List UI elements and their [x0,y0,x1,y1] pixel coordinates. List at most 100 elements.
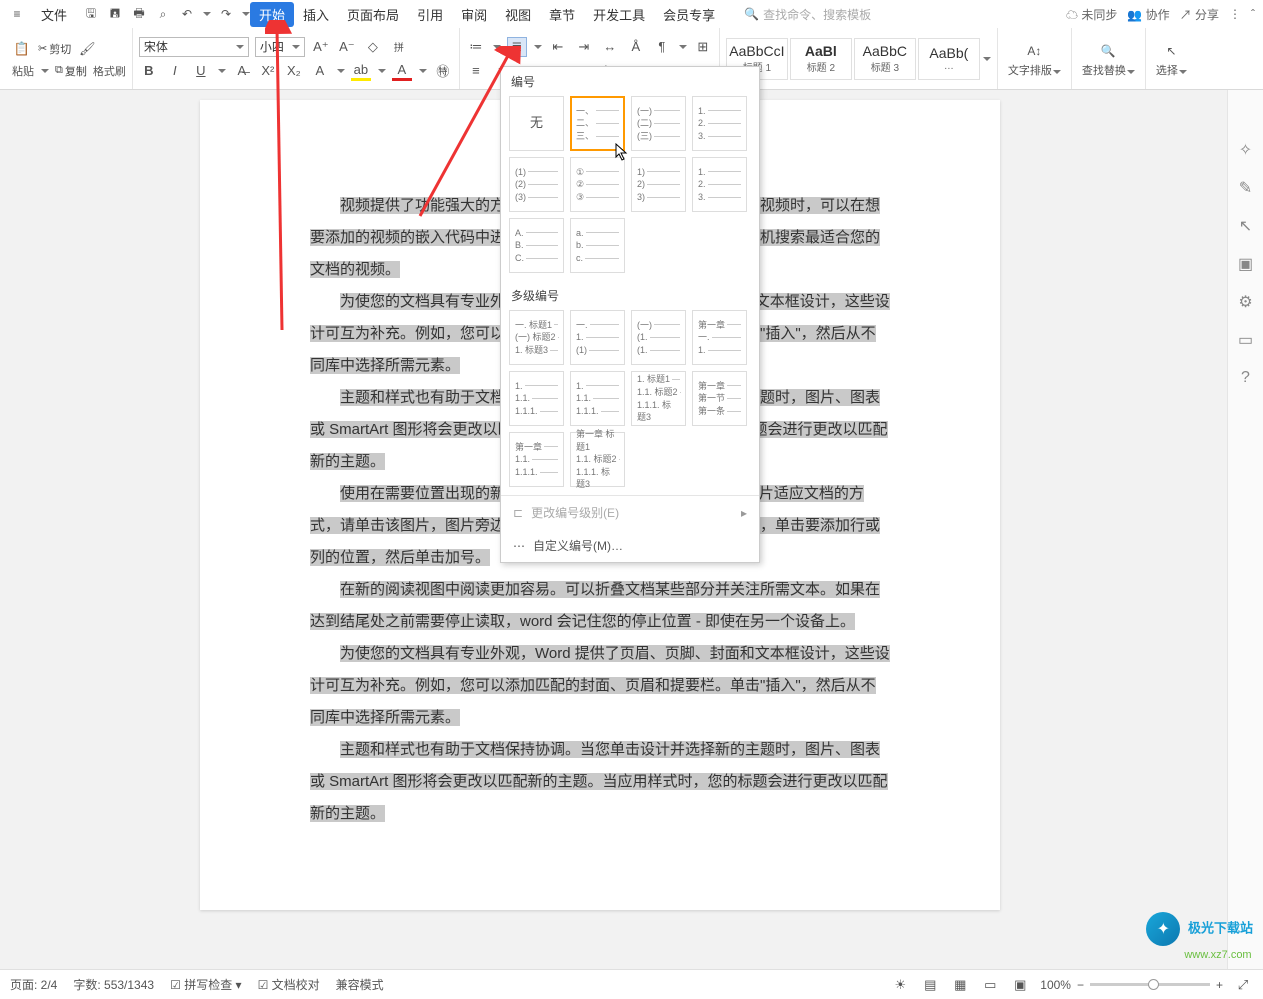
text-effect-icon[interactable]: A [310,61,330,81]
underline-icon[interactable]: U [191,61,211,81]
numbering-option[interactable]: (1)(2)(3) [509,157,564,212]
save-icon[interactable]: 🖫 [82,5,100,23]
multilevel-option[interactable]: 第一章1.1.1.1.1. [509,432,564,487]
brightness-icon[interactable]: ☀ [890,975,910,995]
tab-insert[interactable]: 插入 [294,2,338,27]
multilevel-option[interactable]: 一. 标题1(一) 标题21. 标题3 [509,310,564,365]
view-read-icon[interactable]: ▣ [1010,975,1030,995]
tab-view[interactable]: 视图 [496,2,540,27]
hamburger-icon[interactable]: ≡ [8,5,26,23]
style-heading2[interactable]: AaBl标题 2 [790,38,852,80]
copy-button[interactable]: ⧉ 复制 [55,63,87,79]
tab-review[interactable]: 审阅 [452,2,496,27]
view-outline-icon[interactable]: ▭ [980,975,1000,995]
shrink-font-icon[interactable]: A⁻ [337,37,357,57]
subscript-icon[interactable]: X₂ [284,61,304,81]
sidebar-cursor-icon[interactable]: ↖ [1236,216,1256,236]
sidebar-help-icon[interactable]: ? [1236,368,1256,388]
grow-font-icon[interactable]: A⁺ [311,37,331,57]
more-icon[interactable]: ⋮ [1229,7,1241,21]
style-heading4[interactable]: AaBb(… [918,38,980,80]
tab-vip[interactable]: 会员专享 [654,2,724,27]
sidebar-gear-icon[interactable]: ⚙ [1236,292,1256,312]
word-count[interactable]: 字数: 553/1343 [73,976,154,993]
sidebar-pen-icon[interactable]: ✎ [1236,178,1256,198]
zoom-slider[interactable]: 100% − + [1040,978,1223,992]
bold-icon[interactable]: B [139,61,159,81]
numbering-option[interactable]: a.b.c. [570,218,625,273]
numbering-option[interactable]: 1)2)3) [631,157,686,212]
char-scale-icon[interactable]: ↔ [600,37,620,57]
multilevel-option[interactable]: 一.1.(1) [570,310,625,365]
multilevel-option[interactable]: (一)(1.(1. [631,310,686,365]
font-family-select[interactable]: 宋体 [139,37,249,57]
find-replace[interactable]: 🔍 查找替换 [1072,28,1146,89]
format-painter-icon[interactable]: 🖌 [77,39,97,59]
bullets-icon[interactable]: ≔ [466,37,486,57]
select[interactable]: ↖ 选择 [1146,28,1197,89]
preview-icon[interactable]: ⌕ [154,5,172,23]
clear-format-icon[interactable]: ◇ [363,37,383,57]
align-left-icon[interactable]: ≡ [466,61,486,81]
sync-status[interactable]: ☁ 未同步 [1066,6,1117,23]
italic-icon[interactable]: I [165,61,185,81]
command-search[interactable]: 🔍 查找命令、搜索模板 [744,6,871,23]
file-menu[interactable]: 文件 [32,2,76,27]
styles-dropdown-icon[interactable] [983,57,991,61]
tab-devtools[interactable]: 开发工具 [584,2,654,27]
proofing[interactable]: ☑ 文档校对 [258,976,320,993]
share-button[interactable]: ↗ 分享 [1180,6,1219,23]
sidebar-image-icon[interactable]: ▣ [1236,254,1256,274]
tab-reference[interactable]: 引用 [408,2,452,27]
numbering-option[interactable]: A.B.C. [509,218,564,273]
numbering-option-none[interactable]: 无 [509,96,564,151]
view-web-icon[interactable]: ▦ [950,975,970,995]
indent-dec-icon[interactable]: ⇤ [548,37,568,57]
paste-icon[interactable]: 📋 [12,39,32,59]
redo-dropdown-icon[interactable] [242,12,250,16]
multilevel-option[interactable]: 第一章 标题11.1. 标题21.1.1. 标题3 [570,432,625,487]
numbering-option[interactable]: 1.2.3. [692,157,747,212]
text-direction[interactable]: A↕ 文字排版 [998,28,1072,89]
font-size-select[interactable]: 小四 [255,37,305,57]
strike-icon[interactable]: A̶ [232,61,252,81]
font-color-icon[interactable]: A [392,61,412,81]
numbering-option[interactable]: ①②③ [570,157,625,212]
phonetic-icon[interactable]: 拼 [389,37,409,57]
redo-icon[interactable]: ↷ [217,5,235,23]
cut-button[interactable]: ✂ 剪切 [38,41,71,57]
tab-stops-icon[interactable]: ⊞ [693,37,713,57]
saveas-icon[interactable]: 🖪 [106,5,124,23]
zoom-in-icon[interactable]: + [1216,978,1223,992]
indent-inc-icon[interactable]: ⇥ [574,37,594,57]
spellcheck-toggle[interactable]: ☑ 拼写检查 ▾ [170,976,241,993]
style-heading3[interactable]: AaBbC标题 3 [854,38,916,80]
multilevel-option[interactable]: 1. 标题11.1. 标题21.1.1. 标题3 [631,371,686,426]
collab-button[interactable]: 👥 协作 [1127,6,1169,23]
fmt-painter-label[interactable]: 格式刷 [93,63,126,79]
tab-chapter[interactable]: 章节 [540,2,584,27]
numbering-option[interactable]: (一)(二)(三) [631,96,686,151]
superscript-icon[interactable]: X² [258,61,278,81]
collapse-ribbon-icon[interactable]: ˆ [1251,7,1255,21]
sidebar-book-icon[interactable]: ▭ [1236,330,1256,350]
sort-icon[interactable]: Å [626,37,646,57]
show-marks-icon[interactable]: ¶ [652,37,672,57]
tab-start[interactable]: 开始 [250,2,294,27]
print-icon[interactable]: 🖶 [130,5,148,23]
fullscreen-icon[interactable]: ⤢ [1233,975,1253,995]
undo-icon[interactable]: ↶ [178,5,196,23]
sidebar-rocket-icon[interactable]: ✧ [1236,140,1256,160]
custom-numbering-menuitem[interactable]: ⋯ 自定义编号(M)… [501,529,759,562]
enclose-icon[interactable]: ㊕ [433,61,453,81]
multilevel-option[interactable]: 第一章第一节第一条 [692,371,747,426]
page-indicator[interactable]: 页面: 2/4 [10,976,57,993]
numbering-button[interactable]: ≣ [507,37,527,57]
tab-layout[interactable]: 页面布局 [338,2,408,27]
multilevel-option[interactable]: 1.1.1.1.1.1. [509,371,564,426]
paste-label[interactable]: 粘贴 [12,63,34,79]
highlight-icon[interactable]: ab [351,61,371,81]
numbering-option[interactable]: 一、二、三、 [570,96,625,151]
multilevel-option[interactable]: 1.1.1.1.1.1. [570,371,625,426]
numbering-option[interactable]: 1.2.3. [692,96,747,151]
